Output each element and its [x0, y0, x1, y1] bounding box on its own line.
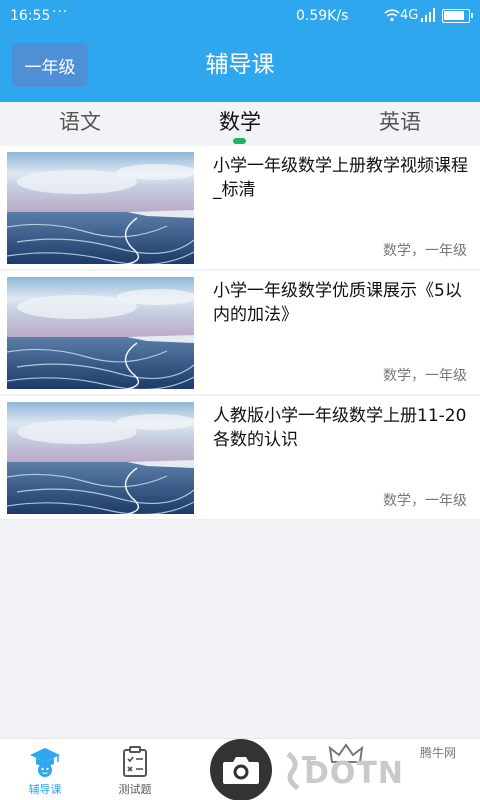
- nav-item-tests[interactable]: 测试题: [105, 745, 165, 797]
- watermark-small: 腾牛网: [419, 746, 456, 760]
- active-tab-indicator: [233, 138, 246, 144]
- tab-chinese[interactable]: 语文: [0, 106, 160, 136]
- course-item[interactable]: 人教版小学一年级数学上册11-20各数的认识 数学，一年级: [0, 396, 480, 520]
- status-bar: 16:55 ··· 0.59K/s 4G: [0, 0, 480, 32]
- notification-dots-icon: ···: [52, 4, 69, 20]
- tab-math[interactable]: 数学: [160, 106, 320, 136]
- course-title: 人教版小学一年级数学上册11-20各数的认识: [213, 406, 467, 450]
- nav-label: 辅导课: [28, 783, 62, 796]
- tab-english[interactable]: 英语: [320, 106, 480, 136]
- app-header: 辅导课 一年级: [0, 32, 480, 102]
- status-time: 16:55: [10, 8, 51, 24]
- course-thumbnail: [7, 402, 194, 514]
- course-item[interactable]: 小学一年级数学上册教学视频课程_标清 数学，一年级: [0, 146, 480, 270]
- course-title: 小学一年级数学上册教学视频课程_标清: [213, 156, 468, 200]
- watermark-text: DOTN: [304, 756, 404, 791]
- watermark: DOTN 腾牛网: [282, 743, 472, 796]
- camera-icon: [223, 757, 259, 784]
- network-type: 4G: [400, 8, 419, 23]
- course-meta: 数学，一年级: [383, 368, 467, 384]
- course-thumbnail: [7, 277, 194, 389]
- course-meta: 数学，一年级: [383, 243, 467, 259]
- battery-fill: [444, 11, 464, 20]
- grade-select-button[interactable]: 一年级: [12, 43, 88, 87]
- network-speed: 0.59K/s: [296, 8, 349, 24]
- course-title: 小学一年级数学优质课展示《5以内的加法》: [213, 281, 462, 325]
- course-meta: 数学，一年级: [383, 493, 467, 509]
- battery-icon: [442, 9, 473, 23]
- camera-button[interactable]: [210, 739, 272, 800]
- clipboard-icon: [123, 746, 147, 777]
- nav-label: 测试题: [118, 783, 152, 796]
- subject-tabs: 语文 数学 英语: [0, 102, 480, 146]
- course-item[interactable]: 小学一年级数学优质课展示《5以内的加法》 数学，一年级: [0, 271, 480, 395]
- graduate-icon: [30, 748, 60, 777]
- bottom-nav: 辅导课 测试题 DOTN 腾牛网: [0, 738, 480, 800]
- course-thumbnail: [7, 152, 194, 264]
- signal-icon: [421, 8, 435, 22]
- wifi-icon: [384, 9, 400, 22]
- nav-item-tutoring[interactable]: 辅导课: [15, 745, 75, 797]
